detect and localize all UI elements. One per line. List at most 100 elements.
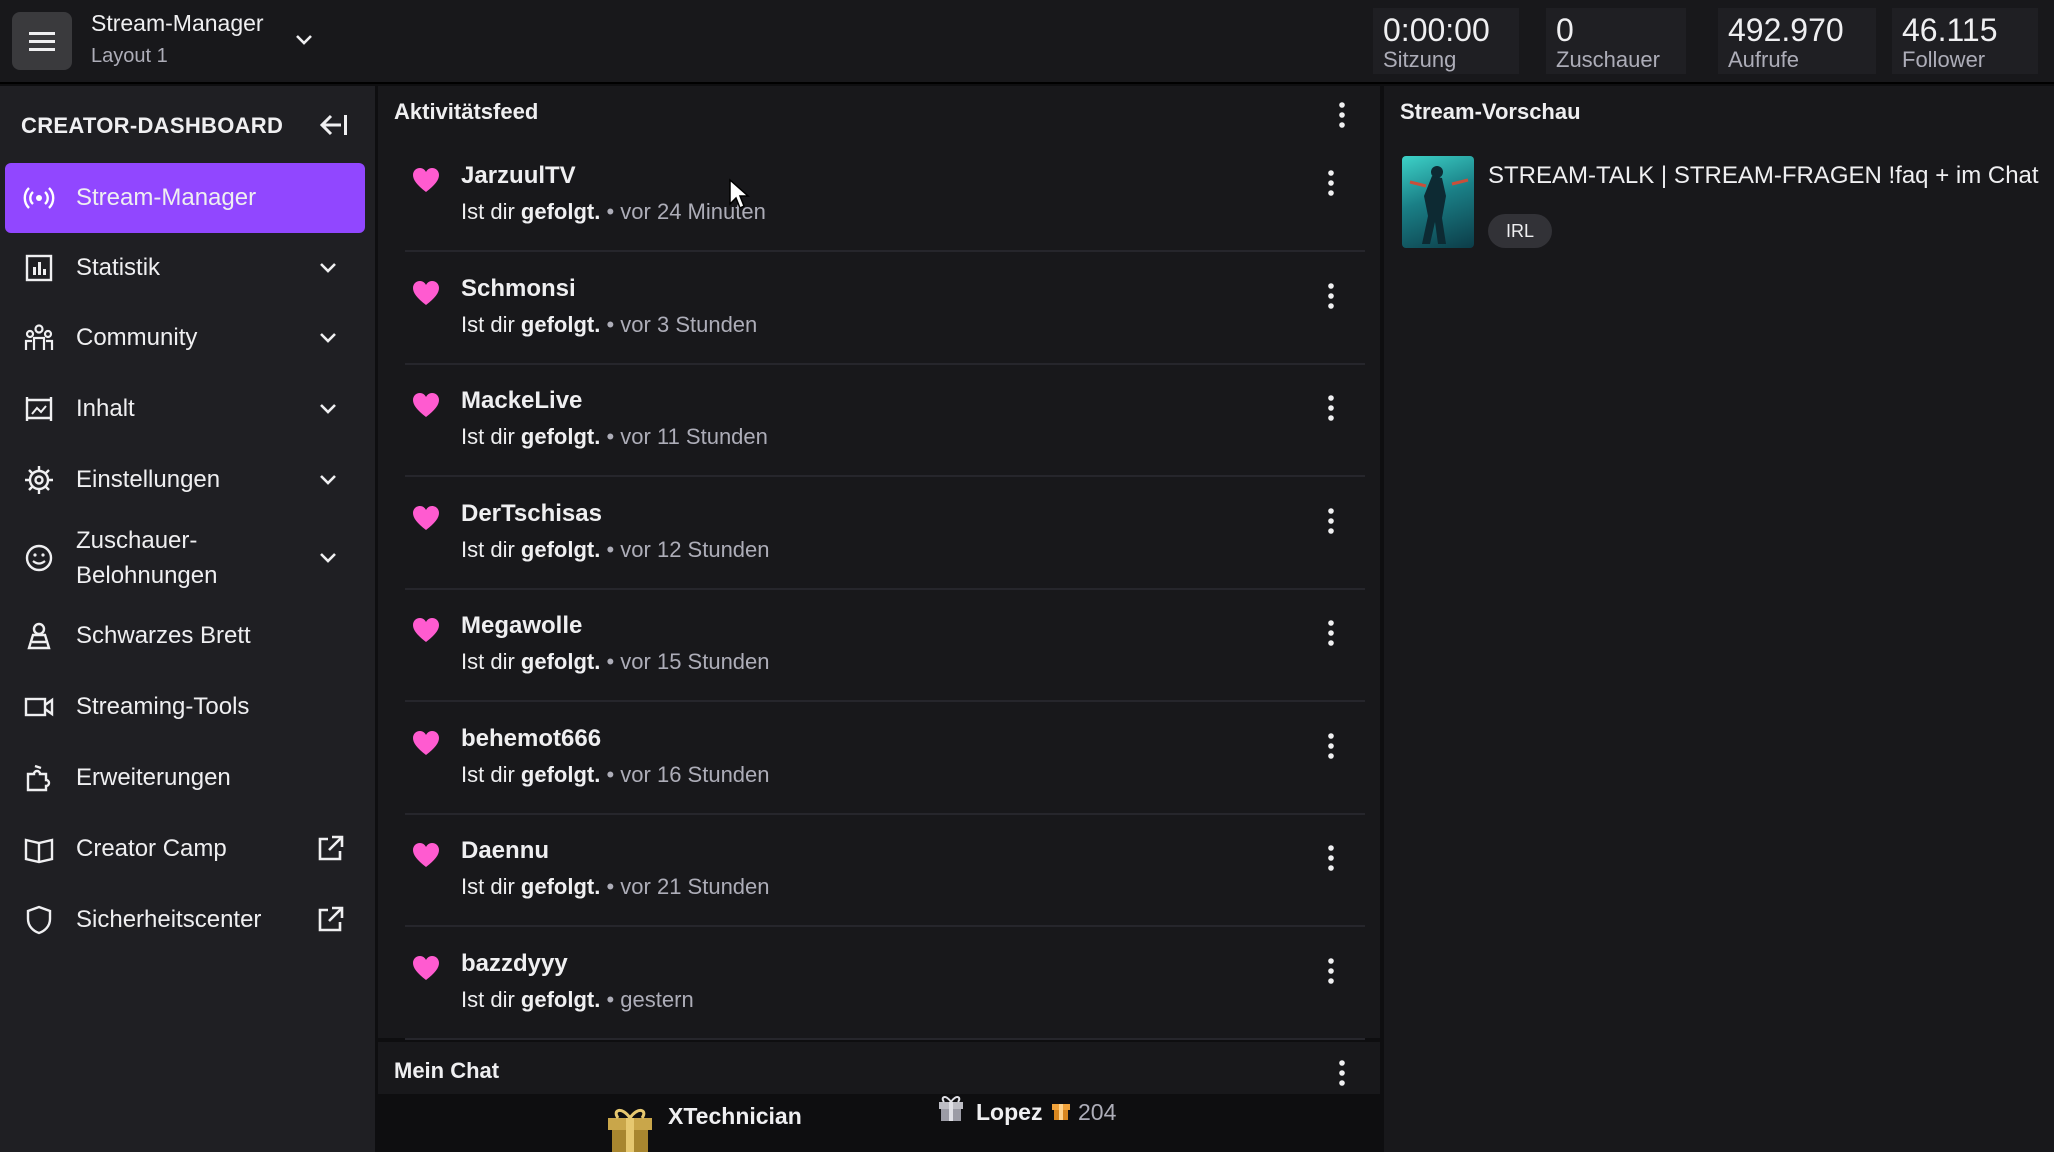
feed-item[interactable]: bazzdyyy Ist dir gefolgt. • gestern bbox=[405, 930, 1365, 1040]
sidebar-item-sicherheitscenter[interactable]: Sicherheitscenter bbox=[5, 886, 365, 954]
feed-item-username[interactable]: JarzuulTV bbox=[461, 162, 576, 190]
feed-item-description: Ist dir gefolgt. • gestern bbox=[461, 987, 694, 1013]
feed-item-time: vor 11 Stunden bbox=[620, 424, 768, 449]
hamburger-icon bbox=[29, 32, 55, 51]
chat-user-name[interactable]: XTechnician bbox=[668, 1103, 802, 1130]
sidebar-item-creator-camp[interactable]: Creator Camp bbox=[5, 815, 365, 883]
content-icon bbox=[23, 393, 55, 425]
feed-item[interactable]: behemot666 Ist dir gefolgt. • vor 16 Stun… bbox=[405, 705, 1365, 815]
feed-item-username[interactable]: bazzdyyy bbox=[461, 950, 568, 978]
sidebar-item-streaming-tools[interactable]: Streaming-Tools bbox=[5, 673, 365, 741]
heart-icon bbox=[413, 730, 439, 755]
sidebar-item-schwarzes-brett[interactable]: Schwarzes Brett bbox=[5, 602, 365, 670]
feed-item-username[interactable]: Megawolle bbox=[461, 612, 582, 640]
chat-title: Mein Chat bbox=[394, 1058, 500, 1083]
feed-item-action: Ist dir bbox=[461, 199, 515, 224]
feed-item-action: Ist dir bbox=[461, 761, 515, 787]
heart-icon bbox=[413, 168, 439, 192]
feed-item-action-bold: gefolgt. bbox=[520, 311, 601, 337]
feed-item-more-icon[interactable] bbox=[1325, 281, 1337, 311]
sidebar-item-inhalt[interactable]: Inhalt bbox=[5, 375, 365, 443]
heart-icon bbox=[413, 843, 439, 867]
sidebar-item-erweiterungen[interactable]: Erweiterungen bbox=[5, 744, 365, 812]
feed-item[interactable]: DerTschisas Ist dir gefolgt. • vor 12 Stu… bbox=[405, 480, 1365, 590]
feed-item-action-bold: gefolgt. bbox=[520, 874, 601, 899]
collapse-sidebar-icon[interactable] bbox=[315, 110, 349, 140]
feed-item-more-icon[interactable] bbox=[1325, 618, 1337, 648]
feed-item-more-icon[interactable] bbox=[1325, 393, 1337, 423]
feed-item[interactable]: Schmonsi Ist dir gefolgt. • vor 3 Stunden bbox=[405, 255, 1365, 365]
feed-item[interactable]: Daennu Ist dir gefolgt. • vor 21 Stunden bbox=[405, 817, 1365, 927]
sidebar-item-community[interactable]: Community bbox=[5, 304, 365, 372]
community-icon bbox=[23, 322, 55, 354]
stat-followers-label: Follower bbox=[1902, 47, 1986, 72]
feed-item-time: vor 3 Stunden bbox=[620, 311, 758, 337]
feed-item[interactable]: JarzuulTV Ist dir gefolgt. • vor 24 Minut… bbox=[405, 142, 1365, 252]
sidebar-item-label: Statistik bbox=[76, 254, 161, 281]
chat-more-icon[interactable] bbox=[1336, 1058, 1348, 1088]
feed-item-action-bold: gefolgt. bbox=[520, 424, 601, 449]
feed-item-description: Ist dir gefolgt. • vor 15 Stunden bbox=[461, 649, 770, 675]
puzzle-icon bbox=[23, 762, 55, 794]
feed-item-separator: • bbox=[600, 986, 621, 1012]
chat-user-name[interactable]: Lopez bbox=[976, 1099, 1042, 1126]
gift-badge-icon bbox=[939, 1096, 963, 1121]
chart-icon bbox=[23, 252, 55, 284]
feed-item-username[interactable]: DerTschisas bbox=[461, 500, 602, 528]
feed-item-separator: • bbox=[600, 424, 621, 449]
feed-item-separator: • bbox=[600, 649, 621, 674]
bulletin-icon bbox=[23, 620, 55, 652]
sidebar-item-stream-manager[interactable]: Stream-Manager bbox=[5, 163, 365, 233]
feed-item-more-icon[interactable] bbox=[1325, 506, 1337, 536]
stat-viewers-value: 0 bbox=[1556, 12, 1574, 48]
external-link-icon bbox=[318, 906, 344, 932]
feed-item[interactable]: MackeLive Ist dir gefolgt. • vor 11 Stund… bbox=[405, 367, 1365, 477]
layout-label[interactable]: Layout 1 bbox=[91, 45, 168, 68]
feed-item-action: Ist dir bbox=[461, 874, 515, 899]
feed-item-username[interactable]: Daennu bbox=[461, 837, 549, 865]
heart-icon bbox=[413, 393, 439, 417]
stat-views: 492.970 Aufrufe bbox=[1718, 8, 1876, 74]
stream-tag[interactable]: IRL bbox=[1488, 214, 1553, 248]
chat-gift-count: 204 bbox=[1078, 1099, 1117, 1125]
rewards-icon bbox=[23, 542, 55, 574]
feed-item-description: Ist dir gefolgt. • vor 16 Stunden bbox=[461, 762, 770, 788]
sidebar-item-zuschauer-belohnungen[interactable]: Zuschauer- Belohnungen bbox=[5, 516, 365, 600]
feed-item-time: gestern bbox=[620, 986, 694, 1012]
feed-item-action-bold: gefolgt. bbox=[520, 649, 601, 674]
stat-viewers: 0 Zuschauer bbox=[1546, 8, 1686, 74]
book-icon bbox=[23, 833, 55, 865]
feed-item-more-icon[interactable] bbox=[1325, 956, 1337, 986]
stream-thumbnail[interactable] bbox=[1402, 156, 1474, 248]
layout-chevron-down-icon[interactable] bbox=[292, 28, 316, 52]
feed-item-time: vor 21 Stunden bbox=[620, 874, 770, 899]
stream-title: STREAM-TALK | STREAM-FRAGEN !faq + im Ch… bbox=[1488, 162, 2039, 189]
feed-item-separator: • bbox=[600, 311, 621, 337]
chat-panel: Mein Chat XTechnician Lopez 204 bbox=[378, 1042, 1380, 1152]
feed-item-more-icon[interactable] bbox=[1325, 168, 1337, 198]
feed-item-username[interactable]: behemot666 bbox=[461, 725, 601, 753]
game-cover-art bbox=[1409, 166, 1469, 244]
feed-item-action: Ist dir bbox=[461, 649, 515, 674]
feed-item-time: vor 12 Stunden bbox=[620, 536, 770, 562]
feed-item-separator: • bbox=[600, 761, 621, 787]
feed-item[interactable]: Megawolle Ist dir gefolgt. • vor 15 Stund… bbox=[405, 592, 1365, 702]
sidebar-item-label: Community bbox=[76, 324, 198, 351]
feed-item-more-icon[interactable] bbox=[1325, 843, 1337, 873]
activity-feed-more-icon[interactable] bbox=[1336, 100, 1348, 130]
sidebar-heading: CREATOR-DASHBOARD bbox=[21, 113, 284, 138]
feed-item-action-bold: gefolgt. bbox=[520, 986, 601, 1012]
sidebar-item-label: Streaming-Tools bbox=[76, 693, 250, 720]
sidebar-item-einstellungen[interactable]: Einstellungen bbox=[5, 446, 365, 514]
feed-item-action-bold: gefolgt. bbox=[520, 199, 601, 224]
feed-item-description: Ist dir gefolgt. • vor 21 Stunden bbox=[461, 874, 770, 900]
feed-item-separator: • bbox=[600, 874, 621, 899]
feed-item-username[interactable]: MackeLive bbox=[461, 387, 582, 415]
feed-item-more-icon[interactable] bbox=[1325, 731, 1337, 761]
feed-item-action-bold: gefolgt. bbox=[520, 761, 601, 787]
feed-item-username[interactable]: Schmonsi bbox=[461, 275, 576, 303]
hamburger-menu-button[interactable] bbox=[12, 12, 72, 70]
sidebar-item-statistik[interactable]: Statistik bbox=[5, 234, 365, 302]
feed-item-description: Ist dir gefolgt. • vor 3 Stunden bbox=[461, 312, 757, 338]
activity-feed-title: Aktivitätsfeed bbox=[394, 99, 539, 124]
